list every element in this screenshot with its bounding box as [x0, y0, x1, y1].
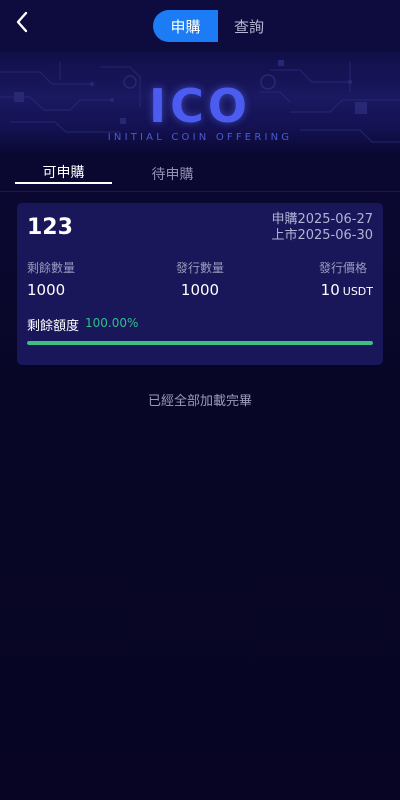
issue-price-value: 10 USDT [321, 281, 373, 299]
tab-pending[interactable]: 待申購 [124, 154, 221, 194]
back-button[interactable] [8, 8, 36, 36]
issue-price-number: 10 [320, 281, 340, 299]
banner-subtitle: INITIAL COIN OFFERING [107, 132, 293, 143]
issue-price-label: 發行價格 [318, 261, 367, 275]
top-nav-bar: 申購 查詢 [0, 0, 400, 52]
banner-title: ICO [149, 79, 251, 133]
ico-dates: 申購2025-06-27 上市2025-06-30 [271, 212, 373, 244]
subscribe-toggle[interactable]: 申購 [153, 10, 218, 42]
quota-progress-bar [27, 341, 373, 345]
ico-banner: ICO INITIAL COIN OFFERING [0, 52, 400, 152]
tab-available[interactable]: 可申購 [15, 152, 112, 192]
ico-name: 123 [27, 215, 73, 240]
query-toggle[interactable]: 查詢 [218, 10, 280, 42]
remaining-quota-label: 剩餘額度 [27, 319, 80, 334]
status-tabs: 可申購 待申購 [0, 152, 400, 192]
mode-switch: 申購 查詢 [153, 10, 280, 42]
subscribe-date: 申購2025-06-27 [271, 212, 373, 227]
issue-price-unit: USDT [342, 285, 373, 298]
listing-date: 上市2025-06-30 [271, 228, 373, 243]
ico-subscription-page: 申購 查詢 ICO INITIAL COIN OFFERING 可申購 待申購 … [0, 0, 400, 800]
list-end-message: 已經全部加載完畢 [147, 394, 252, 409]
ico-item-card[interactable]: 123 申購2025-06-27 上市2025-06-30 剩餘數量 1000 … [17, 203, 383, 365]
chevron-left-icon [16, 11, 28, 33]
quota-progress-fill [27, 341, 373, 345]
remaining-quota-percent: 100.00% [85, 316, 139, 330]
